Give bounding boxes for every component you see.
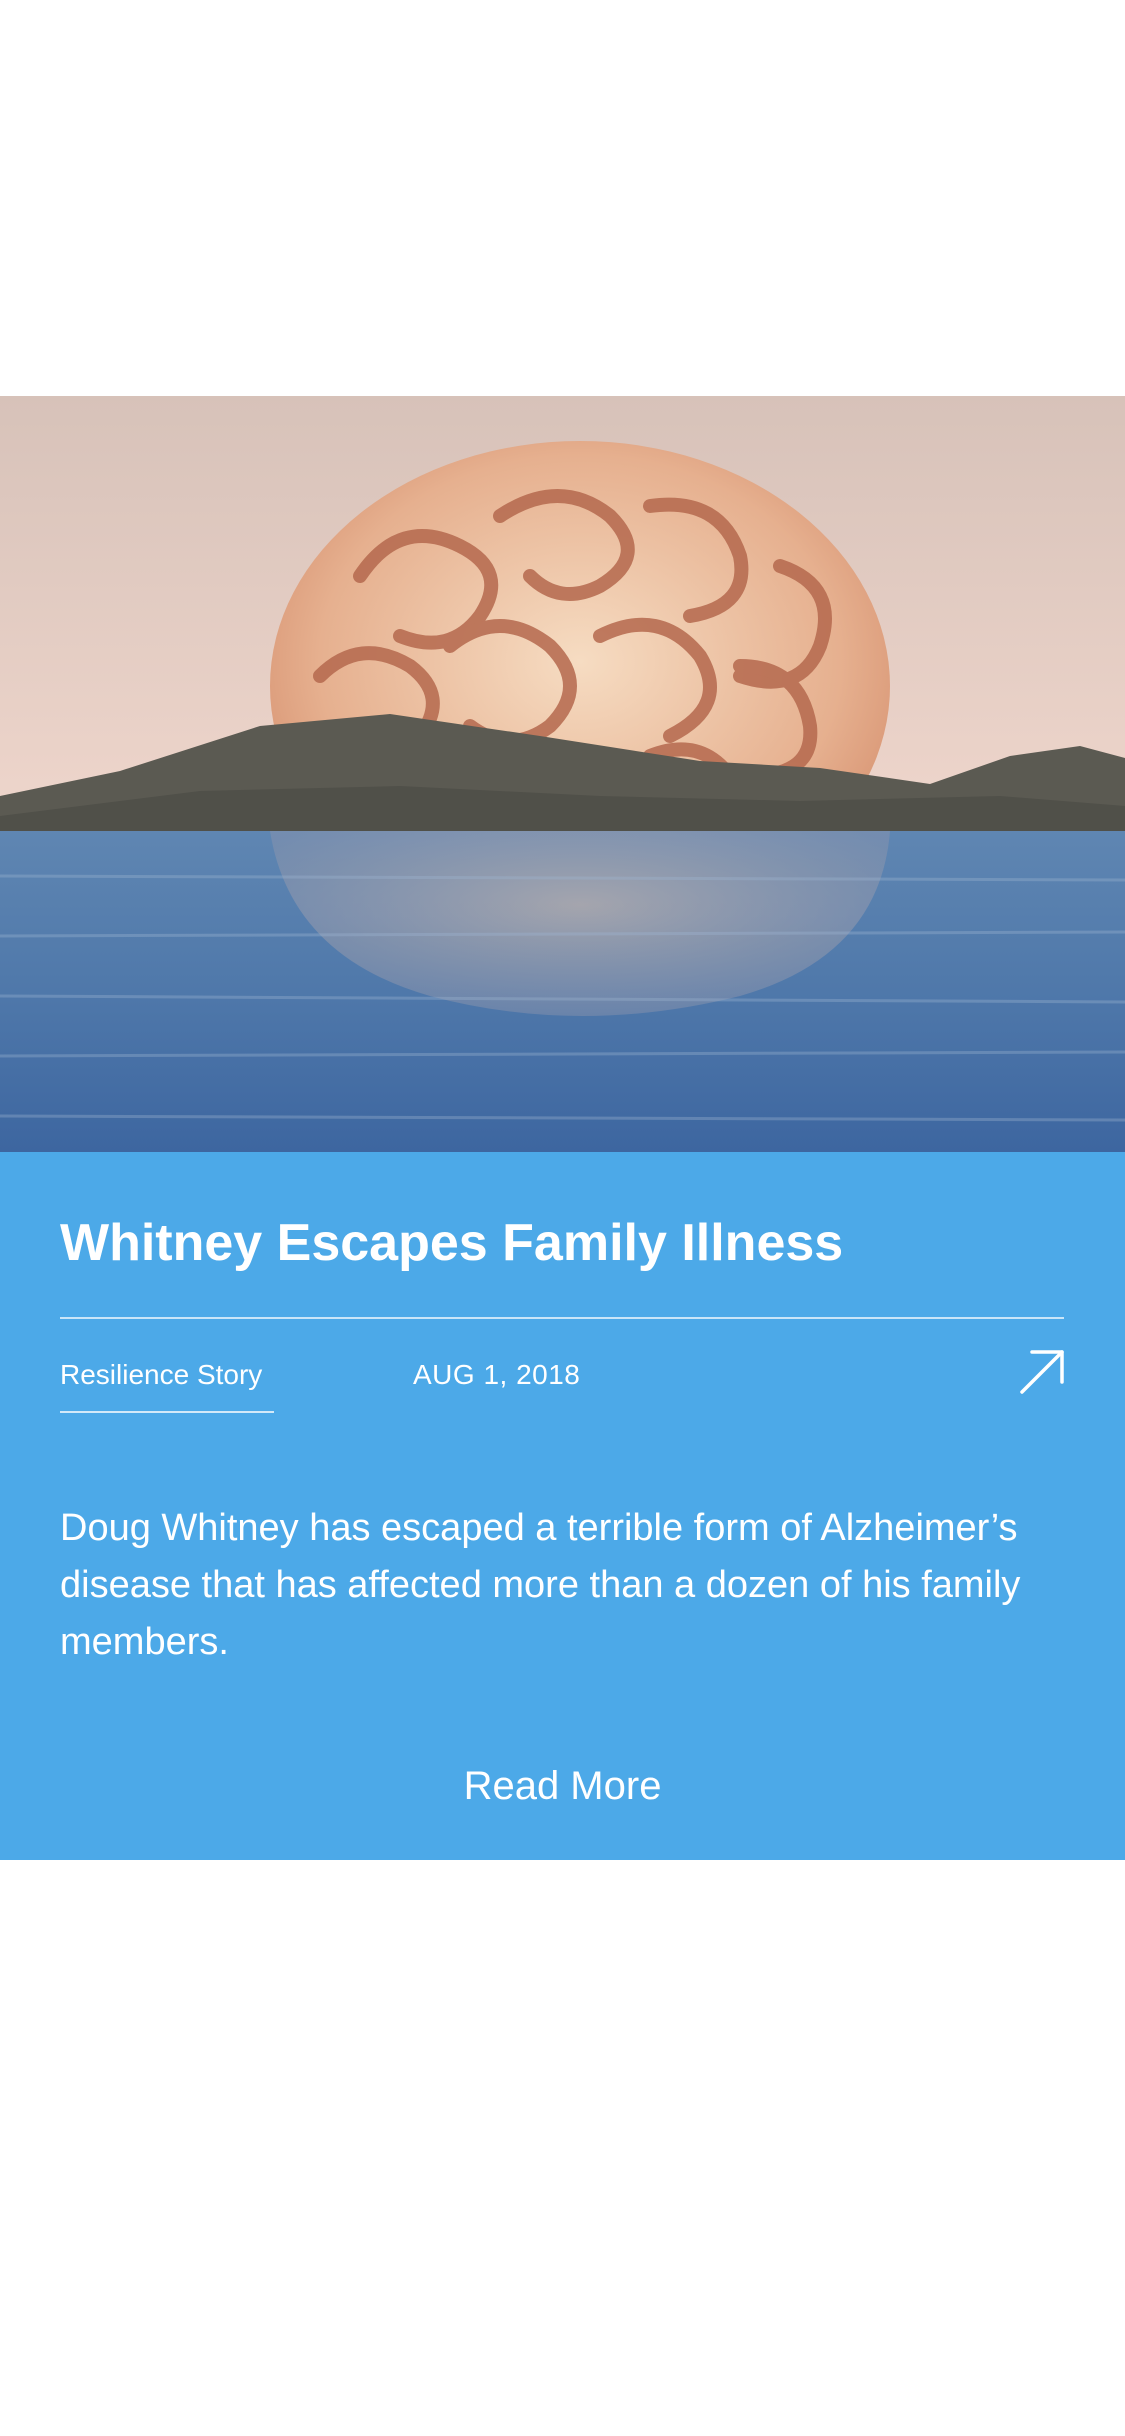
arrow-up-right-icon[interactable] [1016, 1346, 1068, 1398]
category-tag[interactable]: Resilience Story [60, 1359, 274, 1413]
publish-date: AUG 1, 2018 [413, 1359, 581, 1390]
article-title[interactable]: Whitney Escapes Family Illness [60, 1212, 843, 1274]
watercolor-brain-illustration [0, 396, 1125, 1152]
article-summary: Doug Whitney has escaped a terrible form… [60, 1507, 1021, 1663]
read-more-label: Read More [463, 1764, 662, 1808]
title-divider [60, 1317, 1064, 1319]
hero-image[interactable] [0, 396, 1125, 1152]
article-card-screen: Whitney Escapes Family Illness Resilienc… [0, 0, 1125, 2436]
article-card[interactable]: Whitney Escapes Family Illness Resilienc… [0, 1152, 1125, 1860]
read-more-button[interactable]: Read More [0, 1764, 1125, 1809]
